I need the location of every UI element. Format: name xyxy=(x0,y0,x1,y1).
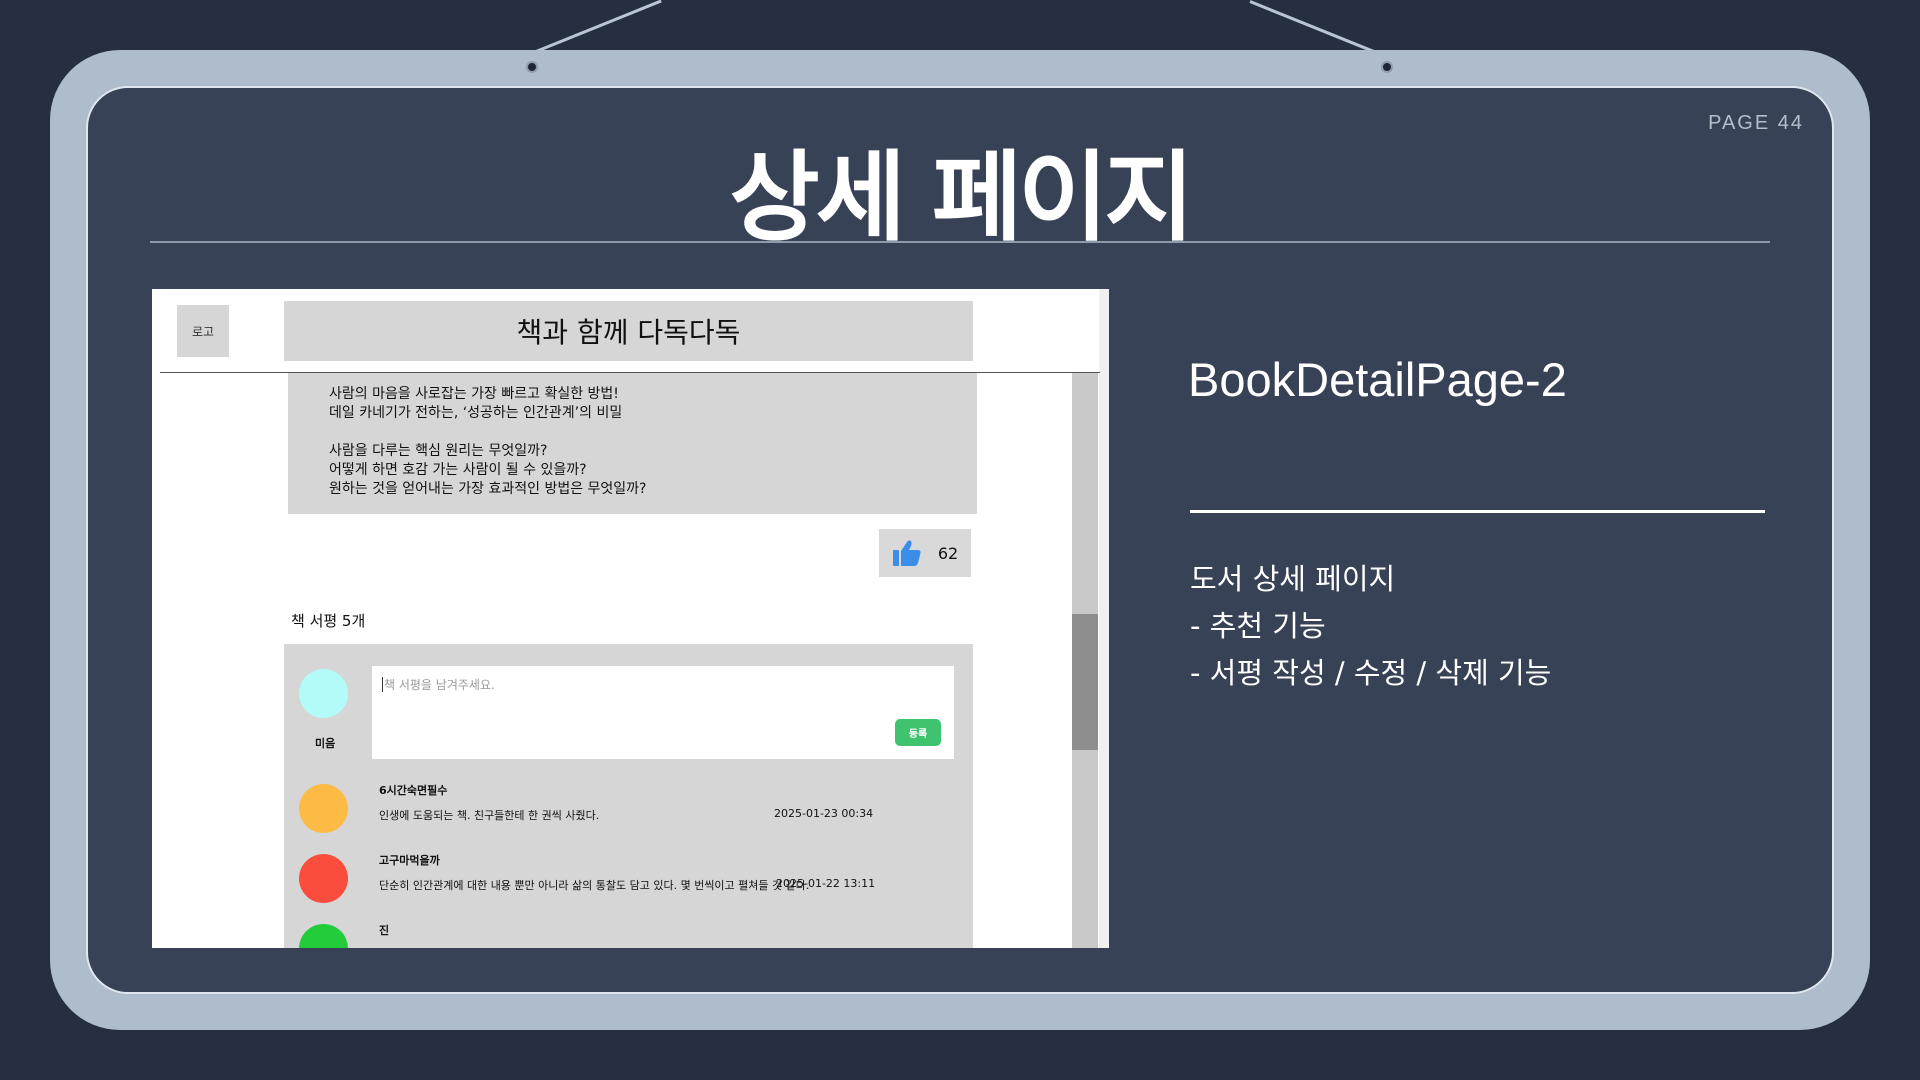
slide-title: 상세 페이지 xyxy=(729,141,1195,255)
frame-pin-left xyxy=(526,61,538,73)
scrollbar-thumb[interactable] xyxy=(1072,614,1098,750)
review-text: 단순히 인간관계에 대한 내용 뿐만 아니라 삶의 통찰도 담고 있다. 몇 번… xyxy=(379,879,810,892)
logo[interactable]: 로고 xyxy=(177,305,229,357)
hanging-wire-right xyxy=(1249,0,1376,54)
frame-pin-right xyxy=(1381,61,1393,73)
review-section: 미음 등록 6시간숙면필수 인생에 도움되는 책. 친구들한테 한 권씩 사줬다… xyxy=(284,644,973,948)
app-screenshot: 로고 책과 함께 다독다독 사람의 마음을 사로잡는 가장 빠르고 확실한 방법… xyxy=(152,289,1109,948)
like-button[interactable]: 62 xyxy=(879,529,971,577)
reviewer-name: 진 xyxy=(379,924,390,937)
description-line: 사람을 다루는 핵심 원리는 무엇일까? xyxy=(329,443,548,459)
description-line: 원하는 것을 얻어내는 가장 효과적인 방법은 무엇일까? xyxy=(329,481,647,497)
book-description: 사람의 마음을 사로잡는 가장 빠르고 확실한 방법! 데일 카네기가 전하는,… xyxy=(288,373,977,514)
review-date: 2025-01-23 00:34 xyxy=(774,807,874,820)
description-line: 어떻게 하면 호감 가는 사람이 될 수 있을까? xyxy=(329,462,587,478)
thumbs-up-icon xyxy=(892,540,921,566)
feature-item: - 서평 작성 / 수정 / 삭제 기능 xyxy=(1190,656,1552,690)
review-count: 책 서평 5개 xyxy=(291,612,366,630)
feature-item: - 추천 기능 xyxy=(1190,609,1326,643)
site-title[interactable]: 책과 함께 다독다독 xyxy=(284,301,973,361)
review-date: 2025-01-22 13:11 xyxy=(776,877,876,890)
avatar xyxy=(299,669,348,718)
reviewer-name: 고구마먹을까 xyxy=(379,854,440,867)
side-divider xyxy=(1190,510,1765,513)
submit-button[interactable]: 등록 xyxy=(895,719,941,746)
feature-item: 도서 상세 페이지 xyxy=(1190,562,1396,596)
review-input[interactable] xyxy=(382,674,866,696)
avatar xyxy=(299,854,348,903)
like-count: 62 xyxy=(937,543,959,563)
page-name: BookDetailPage-2 xyxy=(1188,353,1567,406)
description-line: 데일 카네기가 전하는, ‘성공하는 인간관계’의 비밀 xyxy=(329,405,623,421)
hanging-wire-left xyxy=(535,0,662,53)
review-form: 등록 xyxy=(372,666,954,759)
current-user-name: 미음 xyxy=(315,737,336,750)
description-line: 사람의 마음을 사로잡는 가장 빠르고 확실한 방법! xyxy=(329,386,619,402)
title-divider xyxy=(150,241,1770,243)
reviewer-name: 6시간숙면필수 xyxy=(379,784,448,797)
avatar xyxy=(299,784,348,833)
avatar xyxy=(299,924,348,948)
review-text: 인생에 도움되는 책. 친구들한테 한 권씩 사줬다. xyxy=(379,809,600,822)
